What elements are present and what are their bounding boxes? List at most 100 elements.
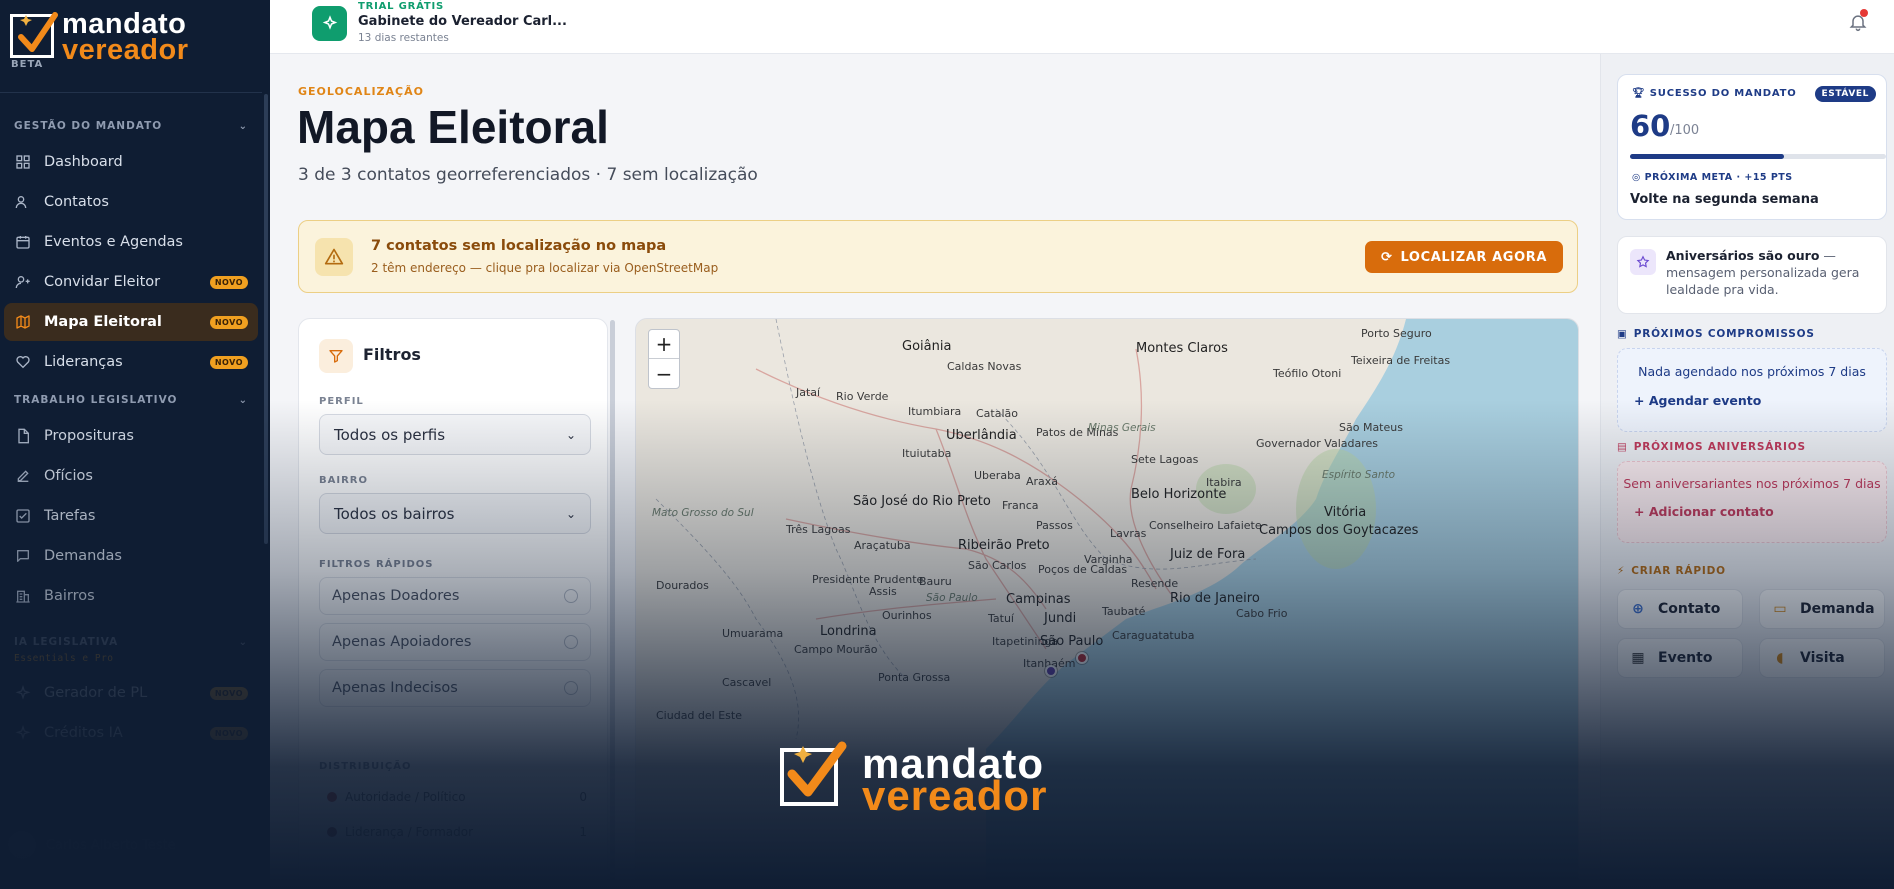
watermark-logo: mandato vereador xyxy=(780,740,1120,819)
map-city-label: Rio Verde xyxy=(836,390,889,403)
map-city-label: Goiânia xyxy=(902,339,952,354)
trial-days: 13 dias restantes xyxy=(358,32,449,44)
tip-card: Aniversários são ouro — mensagem persona… xyxy=(1617,236,1887,314)
map-city-label: Sete Lagoas xyxy=(1131,453,1199,466)
lightning-icon: ⚡︎ xyxy=(1617,565,1626,577)
section-gestao[interactable]: GESTÃO DO MANDATO ⌄ xyxy=(0,115,262,137)
map-city-label: Araçatuba xyxy=(854,539,911,552)
map-city-label: Passos xyxy=(1036,519,1073,532)
distribution-label: DISTRIBUIÇÃO xyxy=(319,761,412,772)
workspace-icon[interactable] xyxy=(312,6,347,41)
map-city-label: Rio de Janeiro xyxy=(1170,591,1260,606)
section-gestao-label: GESTÃO DO MANDATO xyxy=(14,120,163,132)
message-icon: ▭ xyxy=(1773,601,1787,617)
section-ia-subtitle: Essentials e Pro xyxy=(14,653,114,664)
distribution-row[interactable]: Autoridade / Político 0 xyxy=(327,790,587,804)
perfil-select[interactable]: Todos os perfis ⌄ xyxy=(319,414,591,455)
filters-title: Filtros xyxy=(363,345,421,364)
success-progress-bar xyxy=(1630,154,1886,159)
sidebar-divider xyxy=(0,92,262,93)
quick-demanda-label: Demanda xyxy=(1800,601,1875,617)
map-city-label: São Paulo xyxy=(926,592,978,604)
radio-icon xyxy=(564,681,578,695)
sidebar-item-mapa-eleitoral[interactable]: Mapa Eleitoral NOVO xyxy=(4,303,258,341)
sidebar-item-oficios[interactable]: Ofícios xyxy=(4,457,258,495)
locate-now-button[interactable]: ⟳ LOCALIZAR AGORA xyxy=(1365,241,1563,273)
section-legislativo[interactable]: TRABALHO LEGISLATIVO ⌄ xyxy=(0,389,262,411)
sidebar-item-dashboard[interactable]: Dashboard xyxy=(4,143,258,181)
filters-scrollbar[interactable] xyxy=(610,320,615,889)
brand-logo[interactable]: mandato vereador xyxy=(0,0,270,88)
chevron-down-icon: ⌄ xyxy=(238,394,248,406)
sidebar-item-tarefas[interactable]: Tarefas xyxy=(4,497,258,535)
logo-check-icon xyxy=(10,12,58,58)
add-contact-link[interactable]: + Adicionar contato xyxy=(1634,504,1774,519)
map-city-label: Taubaté xyxy=(1102,605,1146,618)
bairro-select[interactable]: Todos os bairros ⌄ xyxy=(319,493,591,534)
distribution-count: 1 xyxy=(579,825,587,839)
quick-contato-button[interactable]: ⊕ Contato xyxy=(1617,589,1743,629)
map-city-label: Caldas Novas xyxy=(947,360,1022,373)
quick-evento-button[interactable]: ▦ Evento xyxy=(1617,638,1743,678)
zoom-in-button[interactable]: + xyxy=(649,330,679,359)
map-icon xyxy=(14,313,32,331)
birthdays-title: ▤ PRÓXIMOS ANIVERSÁRIOS xyxy=(1617,441,1806,453)
zoom-controls: + − xyxy=(648,329,680,389)
sidebar-item-liderancas[interactable]: Lideranças NOVO xyxy=(4,343,258,381)
filter-indecisos[interactable]: Apenas Indecisos xyxy=(319,669,591,707)
new-badge: NOVO xyxy=(209,686,248,700)
filter-apoiadores[interactable]: Apenas Apoiadores xyxy=(319,623,591,661)
schedule-event-link[interactable]: + Agendar evento xyxy=(1634,393,1761,408)
sidebar-item-eventos-e-agendas[interactable]: Eventos e Agendas xyxy=(4,223,258,261)
agenda-title-text: PRÓXIMOS COMPROMISSOS xyxy=(1633,328,1815,340)
success-label: 🏆︎ SUCESSO DO MANDATO xyxy=(1632,88,1797,99)
mandate-success-card[interactable]: 🏆︎ SUCESSO DO MANDATO ESTÁVEL 60 /100 ◎ … xyxy=(1617,74,1887,220)
success-score: 60 xyxy=(1630,109,1671,143)
map-city-label: Porto Seguro xyxy=(1361,327,1432,340)
bairro-select-value: Todos os bairros xyxy=(334,504,455,523)
map-city-label: Ribeirão Preto xyxy=(958,538,1050,553)
distribution-row[interactable]: Liderança / Formador 1 xyxy=(327,825,587,839)
map-city-label: Espírito Santo xyxy=(1322,469,1396,481)
filter-indecisos-label: Apenas Indecisos xyxy=(332,680,458,696)
user-profile[interactable]: Carlos Alberto Teste xyxy=(8,831,248,859)
new-badge: NOVO xyxy=(209,355,248,369)
workspace-name[interactable]: Gabinete do Vereador Carl... xyxy=(358,14,567,29)
map-city-label: Assis xyxy=(869,585,897,598)
right-panel: 🏆︎ SUCESSO DO MANDATO ESTÁVEL 60 /100 ◎ … xyxy=(1600,54,1894,889)
legend-dot xyxy=(327,792,337,802)
contact-map-pin[interactable] xyxy=(1045,665,1057,677)
filter-doadores[interactable]: Apenas Doadores xyxy=(319,577,591,615)
quick-visita-label: Visita xyxy=(1800,650,1845,666)
map-city-label: Ciudad del Este xyxy=(656,709,742,722)
sidebar-item-creditos-ia[interactable]: Créditos IA NOVO xyxy=(4,714,258,752)
sidebar-item-bairros[interactable]: Bairros xyxy=(4,577,258,615)
chevron-down-icon: ⌄ xyxy=(565,506,576,521)
avatar xyxy=(8,831,36,859)
radio-icon xyxy=(564,635,578,649)
new-badge: NOVO xyxy=(209,315,248,329)
map-city-label: Cabo Frio xyxy=(1236,607,1288,620)
sidebar-item-proposituras[interactable]: Proposituras xyxy=(4,417,258,455)
map-city-label: Vitória xyxy=(1324,505,1367,520)
sidebar-item-convidar-eleitor[interactable]: Convidar Eleitor NOVO xyxy=(4,263,258,301)
distribution-count: 0 xyxy=(579,790,587,804)
quick-demanda-button[interactable]: ▭ Demanda xyxy=(1759,589,1885,629)
notification-dot xyxy=(1860,9,1868,17)
contact-map-pin[interactable] xyxy=(1076,652,1088,664)
zoom-out-button[interactable]: − xyxy=(649,359,679,388)
section-ia[interactable]: IA LEGISLATIVA ⌄ xyxy=(0,631,262,653)
map-city-label: São José do Rio Preto xyxy=(853,494,991,509)
sidebar-item-contatos[interactable]: Contatos xyxy=(4,183,258,221)
map-city-label: Tatuí xyxy=(988,612,1014,625)
filters-panel: Filtros PERFIL Todos os perfis ⌄ BAIRRO … xyxy=(298,318,608,889)
sidebar-scrollbar[interactable] xyxy=(264,94,268,544)
sidebar-item-gerador-de-pl[interactable]: Gerador de PL NOVO xyxy=(4,674,258,712)
alert-description: 2 têm endereço — clique pra localizar vi… xyxy=(371,261,719,275)
quick-visita-button[interactable]: ◖ Visita xyxy=(1759,638,1885,678)
users-icon xyxy=(14,193,32,211)
sidebar-item-demandas[interactable]: Demandas xyxy=(4,537,258,575)
sidebar-item-label: Ofícios xyxy=(44,468,93,484)
map-city-label: Mato Grosso do Sul xyxy=(652,507,754,519)
quick-filters-label: FILTROS RÁPIDOS xyxy=(319,559,434,570)
